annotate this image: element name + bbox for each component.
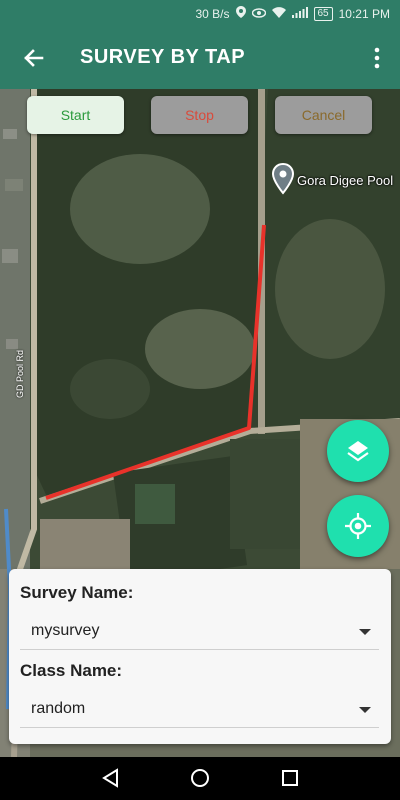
clock: 10:21 PM (338, 6, 390, 21)
signal-icon (291, 6, 308, 21)
layers-icon (347, 441, 369, 462)
place-label: Gora Digee Pool (297, 173, 394, 188)
class-name-value: random (31, 700, 86, 717)
app-bar: SURVEY BY TAP (0, 27, 400, 89)
page-title: SURVEY BY TAP (80, 46, 246, 68)
system-nav-bar (0, 757, 400, 800)
wifi-icon (271, 6, 286, 21)
location-icon (235, 6, 246, 21)
cancel-button[interactable]: Cancel (275, 96, 372, 134)
layers-button[interactable] (327, 420, 389, 482)
my-location-button[interactable] (327, 495, 389, 557)
dropdown-caret-icon (359, 629, 371, 635)
survey-name-value: mysurvey (31, 622, 100, 639)
nav-recents-icon[interactable] (279, 767, 301, 789)
nav-back-icon[interactable] (100, 767, 122, 789)
battery-icon: 65 (313, 6, 333, 21)
dropdown-caret-icon (359, 707, 371, 713)
eye-icon (251, 7, 266, 21)
more-vert-icon[interactable] (368, 45, 386, 71)
survey-form-panel: Survey Name: mysurvey Class Name: random (9, 569, 391, 744)
class-name-label: Class Name: (20, 661, 123, 680)
class-name-select[interactable]: random (20, 691, 379, 728)
road-label: GD Pool Rd (15, 349, 25, 398)
start-button[interactable]: Start (27, 96, 124, 134)
network-speed: 30 B/s (195, 6, 230, 21)
stop-button[interactable]: Stop (151, 96, 248, 134)
nav-home-icon[interactable] (189, 767, 211, 789)
arrow-back-icon[interactable] (18, 43, 48, 73)
survey-name-label: Survey Name: (20, 583, 134, 602)
status-bar: 30 B/s 65 10:21 PM (0, 0, 400, 27)
my-location-icon (345, 513, 371, 539)
map-pin-icon[interactable] (271, 162, 295, 195)
survey-name-select[interactable]: mysurvey (20, 613, 379, 650)
